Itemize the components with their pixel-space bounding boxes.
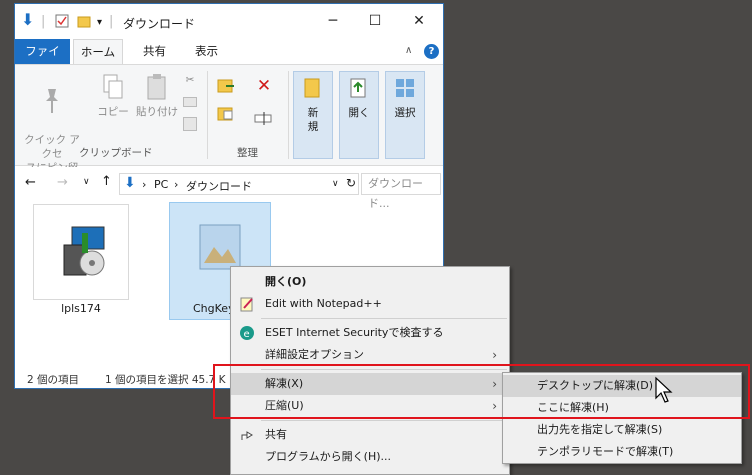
select-grid-icon [396,79,414,97]
window-title: ダウンロード [123,17,196,31]
breadcrumb-sep[interactable]: › [174,178,178,191]
submenu-arrow-icon: › [492,348,497,362]
minimize-button[interactable]: ─ [311,8,355,34]
paste-icon [147,74,166,100]
notepad-icon [239,296,255,312]
help-icon[interactable]: ? [424,44,439,59]
copy-label: コピー [97,106,129,118]
open-button[interactable]: 開く [339,71,379,159]
maximize-button[interactable]: ☐ [353,8,397,34]
breadcrumb-pc[interactable]: PC [154,178,168,191]
refresh-icon[interactable]: ↻ [346,176,356,190]
close-button[interactable]: ✕ [397,8,441,34]
file-thumbnail[interactable] [33,204,129,300]
divider [261,318,507,319]
select-button[interactable]: 選択 [385,71,425,159]
paste-label: 貼り付け [136,106,178,118]
eset-icon: e [239,325,255,341]
divider [207,71,208,159]
new-button[interactable]: 新 規 [293,71,333,159]
tab-home[interactable]: ホーム [73,39,123,64]
menu-item-share[interactable]: 共有 [231,424,509,446]
new-folder-icon[interactable] [77,14,91,32]
mouse-cursor-icon [655,376,673,403]
file-label: lpls174 [61,302,101,315]
back-icon[interactable]: ← [25,175,36,190]
new-label: 新 規 [307,107,319,133]
paste-button[interactable]: 貼り付け [133,73,181,119]
ribbon: クイック アクセ スにピン留め コピー 貼り付け ✂ クリップボード ✕ 整理 … [15,64,443,188]
rename-button[interactable] [251,109,277,131]
tab-file[interactable]: ファイル [15,39,70,83]
title-bar: ⬇ | ▾ | ダウンロード ─ ☐ ✕ [15,4,443,38]
search-input[interactable]: ダウンロード... [361,173,441,210]
item-count: 2 個の項目 [27,374,80,386]
up-icon[interactable]: ↑ [101,174,112,189]
address-bar[interactable]: ⬇ › PC › ダウンロード ∨ ↻ [119,173,359,195]
menu-item-label: Edit with Notepad++ [265,297,382,310]
clipboard-group-label: クリップボード [79,147,153,159]
move-to-button[interactable] [215,77,241,99]
organize-group-label: 整理 [237,147,258,159]
address-dropdown-icon[interactable]: ∨ [332,179,339,189]
forward-icon[interactable]: → [57,175,68,190]
copy-to-icon [217,107,233,121]
paste-shortcut-icon[interactable] [183,117,197,131]
selection-info: 1 個の項目を選択 45.7 K [105,374,226,386]
menu-item-advanced[interactable]: 詳細設定オプション › [231,344,509,366]
cut-icon[interactable]: ✂ [183,73,197,87]
svg-text:e: e [244,329,250,340]
download-folder-icon: ⬇ [124,175,136,191]
menu-item-open[interactable]: 開く(O) [231,271,509,293]
copy-to-button[interactable] [215,105,241,127]
menu-item-label: ESET Internet Securityで検査する [265,326,444,339]
new-folder-large-icon [304,78,320,98]
open-icon [350,78,366,98]
file-label: ChgKey [193,302,235,315]
copy-button[interactable]: コピー [95,73,131,119]
menu-item-notepad[interactable]: Edit with Notepad++ [231,293,509,315]
tab-share[interactable]: 共有 [133,39,176,64]
breadcrumb-downloads[interactable]: ダウンロード [186,178,252,194]
ribbon-tabs: ファイル ホーム 共有 表示 ∧ ? [15,39,443,83]
rename-icon [254,112,272,125]
separator-icon: | [109,14,114,29]
properties-icon[interactable] [55,14,69,32]
select-label: 選択 [394,107,416,119]
recent-locations-icon[interactable]: ∨ [83,177,90,187]
collapse-ribbon-icon[interactable]: ∧ [405,45,412,56]
download-arrow-icon: ⬇ [21,10,35,29]
copy-icon [103,74,123,99]
customize-toolbar-icon[interactable]: ▾ [97,17,102,28]
breadcrumb-sep[interactable]: › [142,178,146,191]
installer-icon [63,226,105,276]
move-to-icon [217,79,234,93]
tab-view[interactable]: 表示 [185,39,228,64]
divider [288,71,289,159]
open-label: 開く [348,107,370,119]
separator-icon: | [41,14,46,29]
delete-icon[interactable]: ✕ [251,78,277,95]
menu-item-open-with[interactable]: プログラムから開く(H)... [231,446,509,468]
menu-item-label: 共有 [265,428,287,441]
divider [261,420,507,421]
menu-item-label: 詳細設定オプション [265,348,364,361]
submenu-item-temporary[interactable]: テンポラリモードで解凍(T) [503,441,741,463]
copy-path-icon[interactable] [183,97,197,107]
address-bar-row: ← → ∨ ↑ ⬇ › PC › ダウンロード ∨ ↻ ダウンロード... [15,167,443,210]
pin-icon [46,89,58,113]
share-icon [239,427,255,443]
menu-item-eset[interactable]: e ESET Internet Securityで検査する [231,322,509,344]
submenu-item-specify[interactable]: 出力先を指定して解凍(S) [503,419,741,441]
